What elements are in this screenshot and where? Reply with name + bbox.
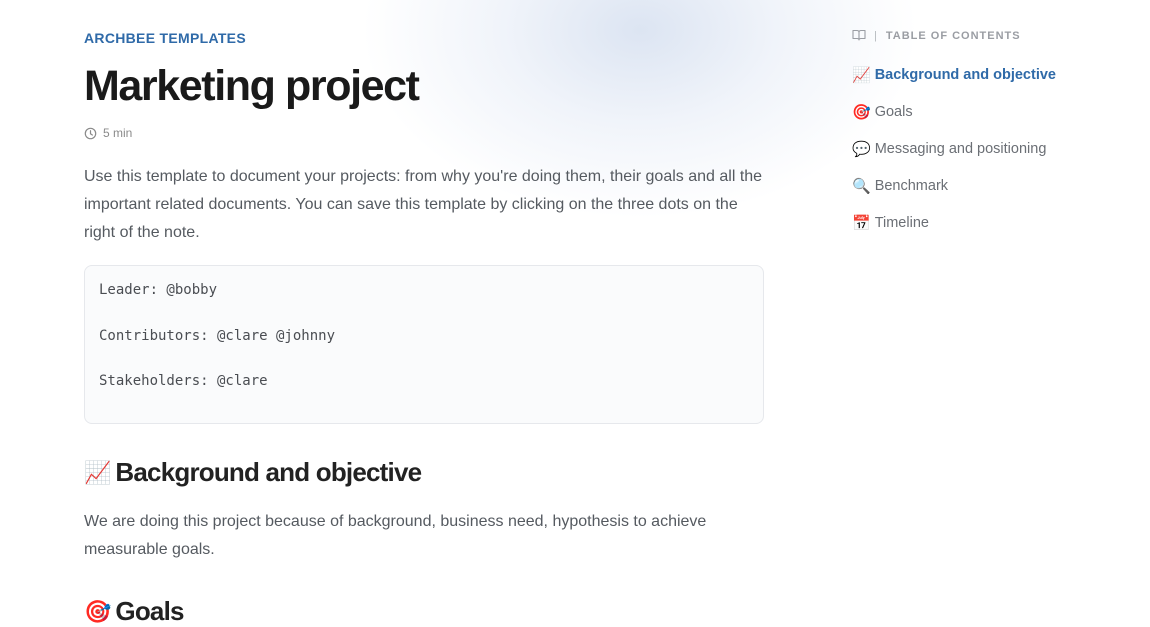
toc-item-label: Background and objective xyxy=(874,67,1056,83)
target-icon: 🎯 xyxy=(84,598,112,624)
intro-paragraph: Use this template to document your proje… xyxy=(84,168,763,241)
code-line-stakeholders: Stakeholders: @clare xyxy=(99,373,268,389)
clock-icon xyxy=(84,127,97,140)
book-icon xyxy=(852,29,866,44)
toc-item-label: Timeline xyxy=(874,215,929,231)
section-heading-label: Goals xyxy=(115,596,184,626)
code-line-contributors: Contributors: @clare @johnny xyxy=(99,328,336,344)
toc-item-benchmark[interactable]: 🔍 Benchmark xyxy=(852,175,1056,197)
toc-item-label: Goals xyxy=(874,104,913,120)
table-of-contents: | TABLE OF CONTENTS 📈 Background and obj… xyxy=(852,28,1132,232)
toc-list: 📈 Background and objective 🎯 Goals 💬 Mes… xyxy=(852,64,1056,249)
section-paragraph-background: We are doing this project because of bac… xyxy=(84,513,707,558)
toc-title: TABLE OF CONTENTS xyxy=(885,30,1021,42)
target-icon: 🎯 xyxy=(852,104,871,121)
section-heading-goals: 🎯 Goals xyxy=(84,596,184,627)
page-title: Marketing project xyxy=(84,62,420,110)
toc-separator: | xyxy=(874,30,878,42)
calendar-icon: 📅 xyxy=(852,215,871,232)
toc-item-timeline[interactable]: 📅 Timeline xyxy=(852,212,1056,234)
toc-item-background[interactable]: 📈 Background and objective xyxy=(852,64,1056,86)
toc-item-messaging[interactable]: 💬 Messaging and positioning xyxy=(852,138,1056,160)
code-block: Leader: @bobby Contributors: @clare @joh… xyxy=(84,265,764,424)
magnifier-icon: 🔍 xyxy=(852,178,871,195)
toc-header: | TABLE OF CONTENTS xyxy=(852,28,1132,44)
chart-increasing-icon: 📈 xyxy=(84,459,112,485)
chart-increasing-icon: 📈 xyxy=(852,67,871,84)
code-line-leader: Leader: @bobby xyxy=(99,282,218,298)
breadcrumb-templates-link[interactable]: ARCHBEE TEMPLATES xyxy=(84,30,246,46)
read-time: 5 min xyxy=(84,126,132,140)
toc-item-goals[interactable]: 🎯 Goals xyxy=(852,101,1056,123)
toc-item-label: Messaging and positioning xyxy=(874,141,1047,157)
section-heading-background: 📈 Background and objective xyxy=(84,457,422,488)
toc-item-label: Benchmark xyxy=(874,178,949,194)
speech-bubble-icon: 💬 xyxy=(852,141,871,158)
section-heading-label: Background and objective xyxy=(115,457,422,487)
read-time-label: 5 min xyxy=(103,126,133,140)
